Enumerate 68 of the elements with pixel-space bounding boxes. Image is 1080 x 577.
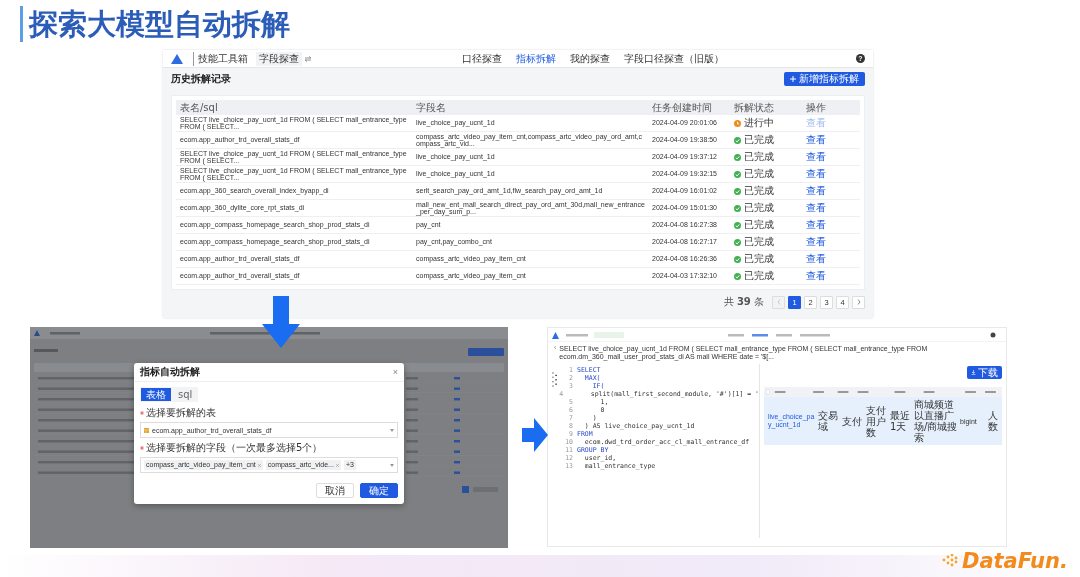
caret-icon xyxy=(390,463,394,467)
swap-icon[interactable] xyxy=(304,55,312,62)
table-cell: 商城频道以直播广场/商城搜索 xyxy=(914,399,958,443)
chevron-left-icon xyxy=(776,299,781,305)
field-label: 选择要拆解的字段（一次最多选择5个） xyxy=(146,441,323,455)
table-cell-text: 人数 xyxy=(988,410,999,432)
next-page-button[interactable] xyxy=(852,295,865,309)
column-header: 任务创建时间 xyxy=(651,100,713,115)
new-decomposition-button[interactable]: 新增指标拆解 xyxy=(784,72,865,86)
view-link[interactable]: 查看 xyxy=(806,270,826,281)
total-count: 共 39 条 xyxy=(723,295,764,309)
code-editor[interactable] xyxy=(559,364,760,538)
status-text: 已完成 xyxy=(744,269,774,283)
section-heading: 历史拆解记录 xyxy=(171,72,231,86)
status-text: 已完成 xyxy=(744,218,774,232)
table-icon xyxy=(144,427,149,433)
mode-tab[interactable]: sql xyxy=(173,388,198,401)
table-cell-text: 交易域 xyxy=(818,410,839,432)
column-header: 字段名 xyxy=(415,100,447,115)
view-link[interactable]: 查看 xyxy=(806,185,826,196)
status-text: 已完成 xyxy=(744,235,774,249)
status-text: 已完成 xyxy=(744,150,774,164)
status-text: 已完成 xyxy=(744,201,774,215)
caret-icon xyxy=(390,428,394,432)
logo-icon xyxy=(171,53,183,64)
nav-tab[interactable]: 指标拆解 xyxy=(516,51,556,66)
status-text: 已完成 xyxy=(744,184,774,198)
previous-page-button[interactable] xyxy=(772,295,785,309)
chevron-right-icon xyxy=(856,299,861,305)
status-text: 已完成 xyxy=(744,133,774,147)
field-label: 选择要拆解的表 xyxy=(146,406,216,420)
view-link[interactable]: 查看 xyxy=(806,202,826,213)
table-cell-text: 最近1天 xyxy=(890,410,911,432)
nav-tab[interactable]: 口径探查 xyxy=(462,51,502,66)
status-text: 已完成 xyxy=(744,167,774,181)
table-cell-text: 支付用户数 xyxy=(866,404,887,438)
cancel-button[interactable]: 取消 xyxy=(316,483,354,498)
plus-icon xyxy=(790,76,796,82)
view-link[interactable]: 查看 xyxy=(806,253,826,264)
dots-icon xyxy=(941,554,960,568)
brand-logo: DataFun. xyxy=(961,549,1068,573)
down-arrow xyxy=(262,296,300,348)
close-button[interactable]: × xyxy=(392,367,398,377)
back-icon[interactable] xyxy=(554,345,557,350)
view-link[interactable]: 查看 xyxy=(806,236,826,247)
download-icon xyxy=(971,370,976,375)
column-header: 表名/sql xyxy=(179,100,219,115)
slide-title: 探索大模型自动拆解 xyxy=(20,6,290,42)
view-link[interactable]: 查看 xyxy=(806,134,826,145)
toolbox-link[interactable]: 技能工具箱 xyxy=(193,51,248,66)
column-header: 拆解状态 xyxy=(733,100,775,115)
status-text: 已完成 xyxy=(744,252,774,266)
nav-tab[interactable]: 字段口径探查（旧版） xyxy=(624,51,724,66)
mode-tab[interactable]: 表格 xyxy=(141,388,171,401)
confirm-button[interactable]: 确定 xyxy=(360,483,398,498)
workspace-switcher[interactable]: 字段探查 xyxy=(256,51,302,66)
download-button[interactable]: 下载 xyxy=(967,366,1002,379)
status-text: 进行中 xyxy=(744,116,774,130)
dialog-title: 指标自动拆解 xyxy=(140,365,200,379)
right-arrow xyxy=(522,418,548,452)
remove-icon[interactable] xyxy=(335,463,339,467)
view-link[interactable]: 查看 xyxy=(806,168,826,179)
column-header: 操作 xyxy=(805,100,827,115)
view-link[interactable]: 查看 xyxy=(806,151,826,162)
remove-icon[interactable] xyxy=(257,463,261,467)
nav-tab[interactable]: 我的探查 xyxy=(570,51,610,66)
view-link[interactable]: 查看 xyxy=(806,219,826,230)
table-cell-text: 支付 xyxy=(842,415,863,427)
